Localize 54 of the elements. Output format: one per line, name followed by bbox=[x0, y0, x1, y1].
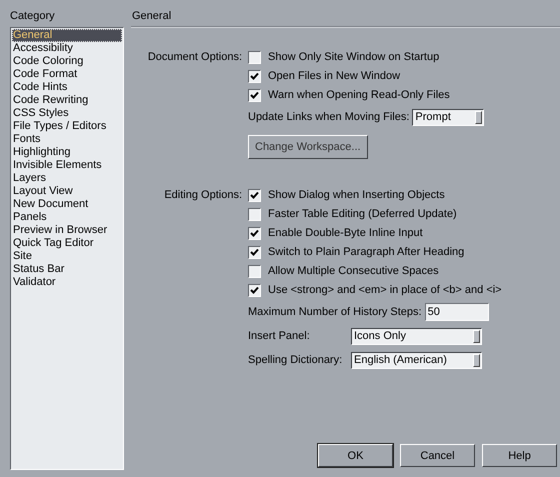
checkbox[interactable] bbox=[248, 188, 261, 202]
checkbox[interactable] bbox=[248, 246, 261, 258]
category-item[interactable]: Fonts bbox=[12, 133, 122, 146]
category-heading: Category bbox=[10, 9, 56, 24]
field-label: Maximum Number of History Steps: bbox=[248, 306, 422, 318]
category-item[interactable]: Status Bar bbox=[12, 263, 122, 276]
checkbox-label: Enable Double-Byte Inline Input bbox=[268, 227, 423, 239]
history-steps-input[interactable]: 50 bbox=[424, 303, 489, 321]
category-item[interactable]: Quick Tag Editor bbox=[12, 237, 122, 250]
checkbox-label: Allow Multiple Consecutive Spaces bbox=[268, 265, 439, 277]
change-workspace-button[interactable]: Change Workspace... bbox=[248, 135, 368, 159]
checkbox[interactable] bbox=[248, 284, 261, 296]
category-item[interactable]: Code Format bbox=[12, 68, 122, 81]
checkbox-label: Use <strong> and <em> in place of <b> and <i> bbox=[268, 284, 502, 296]
category-item[interactable]: Layout View bbox=[12, 185, 122, 198]
checkbox[interactable] bbox=[248, 226, 261, 240]
dropdown[interactable]: Prompt bbox=[412, 108, 484, 126]
checkbox-label: Show Only Site Window on Startup bbox=[268, 51, 440, 63]
checkbox-label: Show Dialog when Inserting Objects bbox=[268, 189, 445, 201]
checkbox[interactable] bbox=[248, 88, 261, 102]
checkbox-label: Open Files in New Window bbox=[268, 70, 400, 82]
checkbox[interactable] bbox=[248, 70, 261, 82]
category-item[interactable]: Accessibility bbox=[12, 42, 122, 55]
checkbox-label: Switch to Plain Paragraph After Heading bbox=[268, 246, 464, 258]
section-label: Document Options: bbox=[146, 50, 243, 65]
field-label: Spelling Dictionary: bbox=[248, 354, 344, 366]
category-item[interactable]: New Document bbox=[12, 198, 122, 211]
field-label: Update Links when Moving Files: bbox=[248, 111, 410, 123]
category-item[interactable]: File Types / Editors bbox=[12, 120, 122, 133]
checkbox[interactable] bbox=[248, 208, 261, 220]
dropdown[interactable]: Icons Only bbox=[351, 328, 482, 344]
checkbox-label: Faster Table Editing (Deferred Update) bbox=[268, 208, 457, 220]
dropdown[interactable]: English (American) bbox=[351, 352, 482, 368]
category-item[interactable]: Preview in Browser bbox=[12, 224, 122, 237]
checkbox-label: Warn when Opening Read-Only Files bbox=[268, 89, 450, 101]
category-item[interactable]: Code Rewriting bbox=[12, 94, 122, 107]
category-item[interactable]: Highlighting bbox=[12, 146, 122, 159]
category-item[interactable]: Invisible Elements bbox=[12, 159, 122, 172]
category-item[interactable]: General bbox=[12, 29, 122, 42]
section-label: Editing Options: bbox=[163, 188, 243, 203]
category-item[interactable]: Panels bbox=[12, 211, 122, 224]
category-item[interactable]: Validator bbox=[12, 276, 122, 289]
category-item[interactable]: Layers bbox=[12, 172, 122, 185]
checkbox[interactable] bbox=[248, 264, 261, 278]
checkbox[interactable] bbox=[248, 50, 261, 64]
category-item[interactable]: CSS Styles bbox=[12, 107, 122, 120]
category-item[interactable]: Code Coloring bbox=[12, 55, 122, 68]
panel-title: General bbox=[131, 9, 172, 24]
category-item[interactable]: Code Hints bbox=[12, 81, 122, 94]
category-item[interactable]: Site bbox=[12, 250, 122, 263]
dialog-button[interactable]: Help bbox=[482, 444, 557, 467]
dialog-button[interactable]: OK bbox=[318, 444, 393, 467]
field-label: Insert Panel: bbox=[248, 330, 311, 342]
dialog-button[interactable]: Cancel bbox=[400, 444, 475, 467]
